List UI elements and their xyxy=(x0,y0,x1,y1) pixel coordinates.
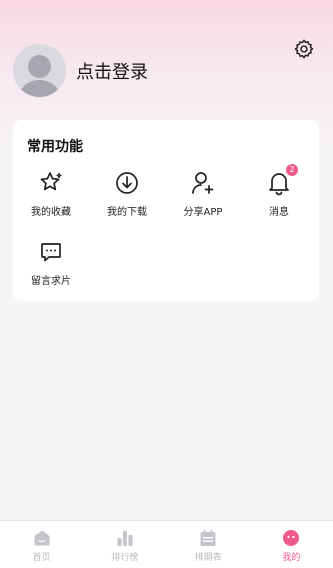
downloads-label: 我的下载 xyxy=(107,207,147,218)
avatar[interactable] xyxy=(13,44,66,97)
message-count-badge: 2 xyxy=(286,164,298,176)
ranking-icon xyxy=(116,529,134,547)
home-icon xyxy=(33,529,51,547)
gear-icon xyxy=(294,39,314,59)
profile-icon xyxy=(282,529,300,547)
tab-mine-label: 我的 xyxy=(282,553,301,563)
add-user-icon xyxy=(190,170,216,196)
chat-icon xyxy=(38,239,64,265)
tab-schedule-label: 排期表 xyxy=(194,553,222,563)
favorites-label: 我的收藏 xyxy=(31,207,71,218)
avatar-head-icon xyxy=(28,55,51,78)
bell-icon: 2 xyxy=(266,164,298,196)
avatar-body-icon xyxy=(20,80,59,97)
downloads-button[interactable]: 我的下载 xyxy=(89,170,165,218)
tab-mine[interactable]: 我的 xyxy=(250,521,333,568)
download-icon xyxy=(114,170,140,196)
request-movie-button[interactable]: 留言求片 xyxy=(13,239,89,287)
favorites-button[interactable]: 我的收藏 xyxy=(13,170,89,218)
tab-schedule[interactable]: 排期表 xyxy=(167,521,250,568)
common-functions-card: 常用功能 我的收藏 我的下载 分享APP 2 消息 留言求片 xyxy=(13,120,319,301)
profile-section: 点击登录 xyxy=(13,44,148,97)
tab-ranking[interactable]: 排行榜 xyxy=(83,521,166,568)
tab-home-label: 首页 xyxy=(32,553,51,563)
share-app-button[interactable]: 分享APP xyxy=(165,170,241,218)
share-app-label: 分享APP xyxy=(183,207,223,218)
star-icon xyxy=(38,170,64,196)
login-link[interactable]: 点击登录 xyxy=(76,58,148,84)
tab-ranking-label: 排行榜 xyxy=(111,553,139,563)
messages-button[interactable]: 2 消息 xyxy=(241,164,317,218)
calendar-icon xyxy=(199,529,217,547)
bottom-tab-bar: 首页 排行榜 排期表 我的 xyxy=(0,520,333,568)
request-movie-label: 留言求片 xyxy=(31,276,71,287)
tab-home[interactable]: 首页 xyxy=(0,521,83,568)
settings-button[interactable] xyxy=(293,38,315,60)
card-title: 常用功能 xyxy=(27,139,83,155)
messages-label: 消息 xyxy=(269,207,289,218)
